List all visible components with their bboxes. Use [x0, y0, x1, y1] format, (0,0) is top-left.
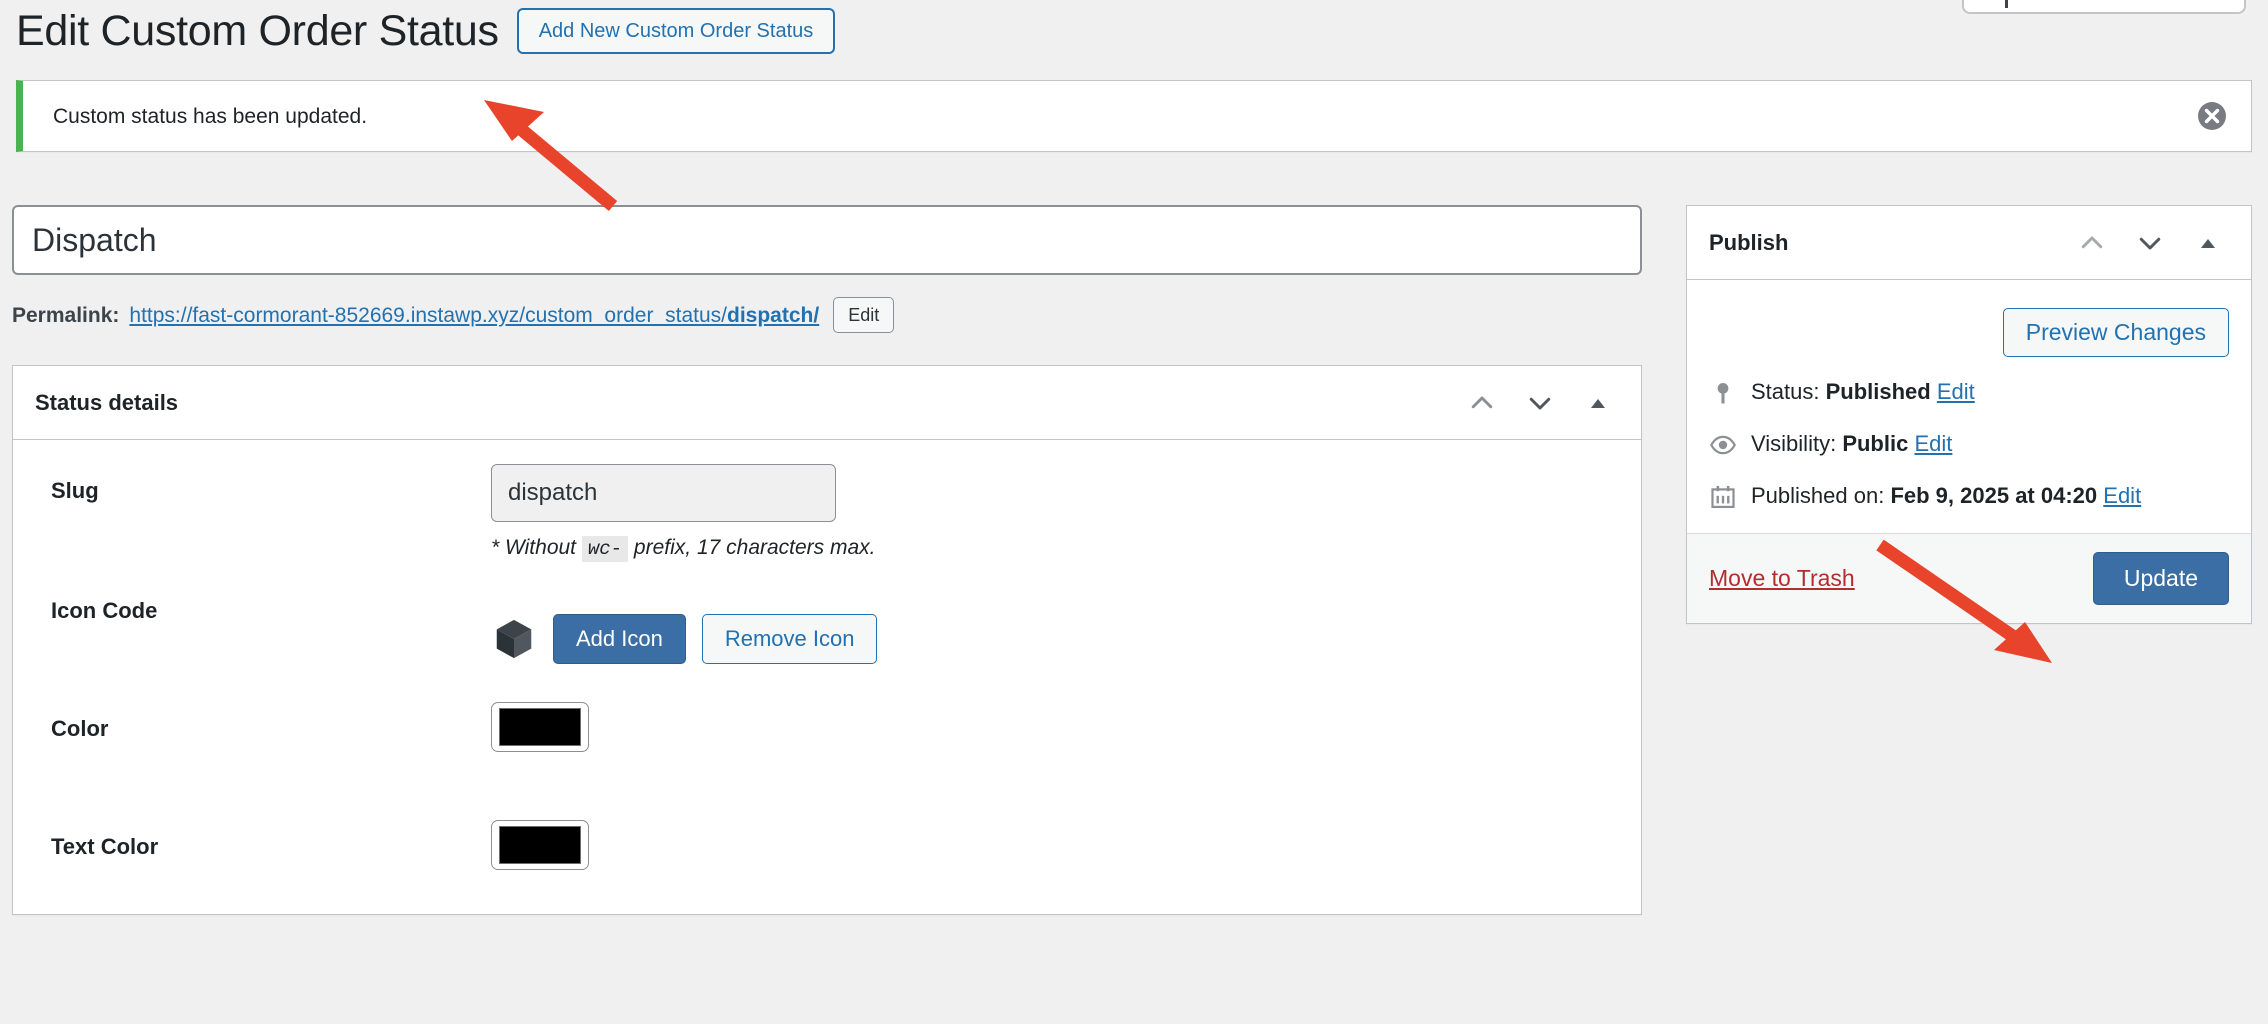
notice-message: Custom status has been updated.: [53, 104, 368, 128]
status-title-input[interactable]: [12, 205, 1642, 275]
visibility-label: Visibility:: [1751, 431, 1837, 456]
eye-icon: [1709, 431, 1737, 459]
published-on-text: Published on: Feb 9, 2025 at 04:20 Edit: [1751, 481, 2141, 511]
toggle-panel-icon[interactable]: [1577, 382, 1619, 424]
visibility-row: Visibility: Public Edit: [1709, 419, 2229, 471]
add-new-custom-order-status-button[interactable]: Add New Custom Order Status: [516, 8, 836, 54]
text-color-control: [491, 796, 1641, 870]
permalink-slug: dispatch/: [727, 303, 820, 327]
sidebar-column: Publish Preview Changes Status: Publishe…: [1686, 205, 2252, 624]
slug-control: * Without wc- prefix, 17 characters max.: [491, 440, 1641, 562]
status-details-panel: Status details Slug dispatch * Without w…: [12, 365, 1642, 915]
permalink-label: Permalink:: [12, 303, 120, 327]
move-to-trash-link[interactable]: Move to Trash: [1709, 565, 1855, 592]
permalink-prefix: https://fast-cormorant-852669.instawp.xy…: [129, 303, 727, 327]
visibility-value: Public: [1842, 431, 1909, 456]
close-icon[interactable]: [2195, 99, 2229, 133]
slug-input[interactable]: [491, 464, 836, 522]
publish-panel-actions: [2071, 222, 2229, 264]
edit-permalink-button[interactable]: Edit: [833, 297, 895, 333]
page-header: Edit Custom Order Status Add New Custom …: [16, 0, 836, 62]
publish-body: Preview Changes Status: Published Edit V…: [1687, 280, 2251, 533]
cube-icon: [491, 616, 537, 662]
text-cursor: [2005, 0, 2008, 8]
text-color-label: Text Color: [51, 834, 159, 859]
status-label: Status:: [1751, 379, 1820, 404]
admin-page: Edit Custom Order Status Add New Custom …: [0, 0, 2268, 1024]
move-up-icon[interactable]: [2071, 222, 2113, 264]
move-down-icon[interactable]: [1519, 382, 1561, 424]
publish-panel: Publish Preview Changes Status: Publishe…: [1686, 205, 2252, 624]
text-color-picker[interactable]: [491, 820, 589, 870]
slug-help-suffix: prefix, 17 characters max.: [633, 536, 876, 559]
main-column: Permalink: https://fast-cormorant-852669…: [12, 205, 1642, 915]
add-icon-button[interactable]: Add Icon: [553, 614, 686, 664]
status-details-title: Status details: [35, 389, 179, 415]
panel-actions: [1461, 382, 1619, 424]
slug-help-code: wc-: [581, 536, 629, 562]
preview-changes-button[interactable]: Preview Changes: [2002, 308, 2229, 357]
move-up-icon[interactable]: [1461, 382, 1503, 424]
edit-published-link[interactable]: Edit: [2103, 483, 2141, 508]
pin-icon: [1709, 379, 1737, 407]
color-picker[interactable]: [491, 702, 589, 752]
field-row-color: Color: [13, 678, 1641, 796]
publish-header: Publish: [1687, 206, 2251, 280]
field-row-text-color: Text Color: [13, 796, 1641, 914]
publish-footer: Move to Trash Update: [1687, 533, 2251, 623]
move-down-icon[interactable]: [2129, 222, 2171, 264]
published-value: Feb 9, 2025 at 04:20: [1890, 483, 2098, 508]
publish-title: Publish: [1709, 229, 1789, 255]
color-control: [491, 678, 1641, 752]
status-value: Published: [1825, 379, 1931, 404]
visibility-text: Visibility: Public Edit: [1751, 429, 1952, 459]
slug-help-prefix: * Without: [491, 536, 577, 559]
published-on-row: Published on: Feb 9, 2025 at 04:20 Edit: [1709, 471, 2229, 523]
field-row-icon-code: Icon Code Add Icon Remove Icon: [13, 560, 1641, 678]
status-details-body: Slug * Without wc- prefix, 17 characters…: [13, 440, 1641, 914]
edit-visibility-link[interactable]: Edit: [1914, 431, 1952, 456]
page-title: Edit Custom Order Status: [16, 6, 499, 55]
icon-code-control: Add Icon Remove Icon: [491, 560, 1641, 664]
icon-code-label: Icon Code: [51, 598, 158, 623]
update-button[interactable]: Update: [2092, 552, 2229, 605]
preview-row: Preview Changes: [1709, 296, 2229, 367]
calendar-icon: [1709, 483, 1737, 511]
slug-help-text: * Without wc- prefix, 17 characters max.: [491, 536, 1641, 562]
remove-icon-button[interactable]: Remove Icon: [701, 614, 878, 664]
permalink-row: Permalink: https://fast-cormorant-852669…: [12, 297, 1642, 333]
edit-status-link[interactable]: Edit: [1937, 379, 1975, 404]
status-text: Status: Published Edit: [1751, 377, 1975, 407]
status-details-header: Status details: [13, 366, 1641, 440]
status-row: Status: Published Edit: [1709, 367, 2229, 419]
color-label: Color: [51, 716, 109, 741]
slug-label: Slug: [51, 478, 99, 503]
permalink-link[interactable]: https://fast-cormorant-852669.instawp.xy…: [129, 305, 819, 326]
published-label: Published on:: [1751, 483, 1885, 508]
field-row-slug: Slug * Without wc- prefix, 17 characters…: [13, 440, 1641, 562]
toggle-panel-icon[interactable]: [2187, 222, 2229, 264]
success-notice: Custom status has been updated.: [16, 80, 2252, 152]
